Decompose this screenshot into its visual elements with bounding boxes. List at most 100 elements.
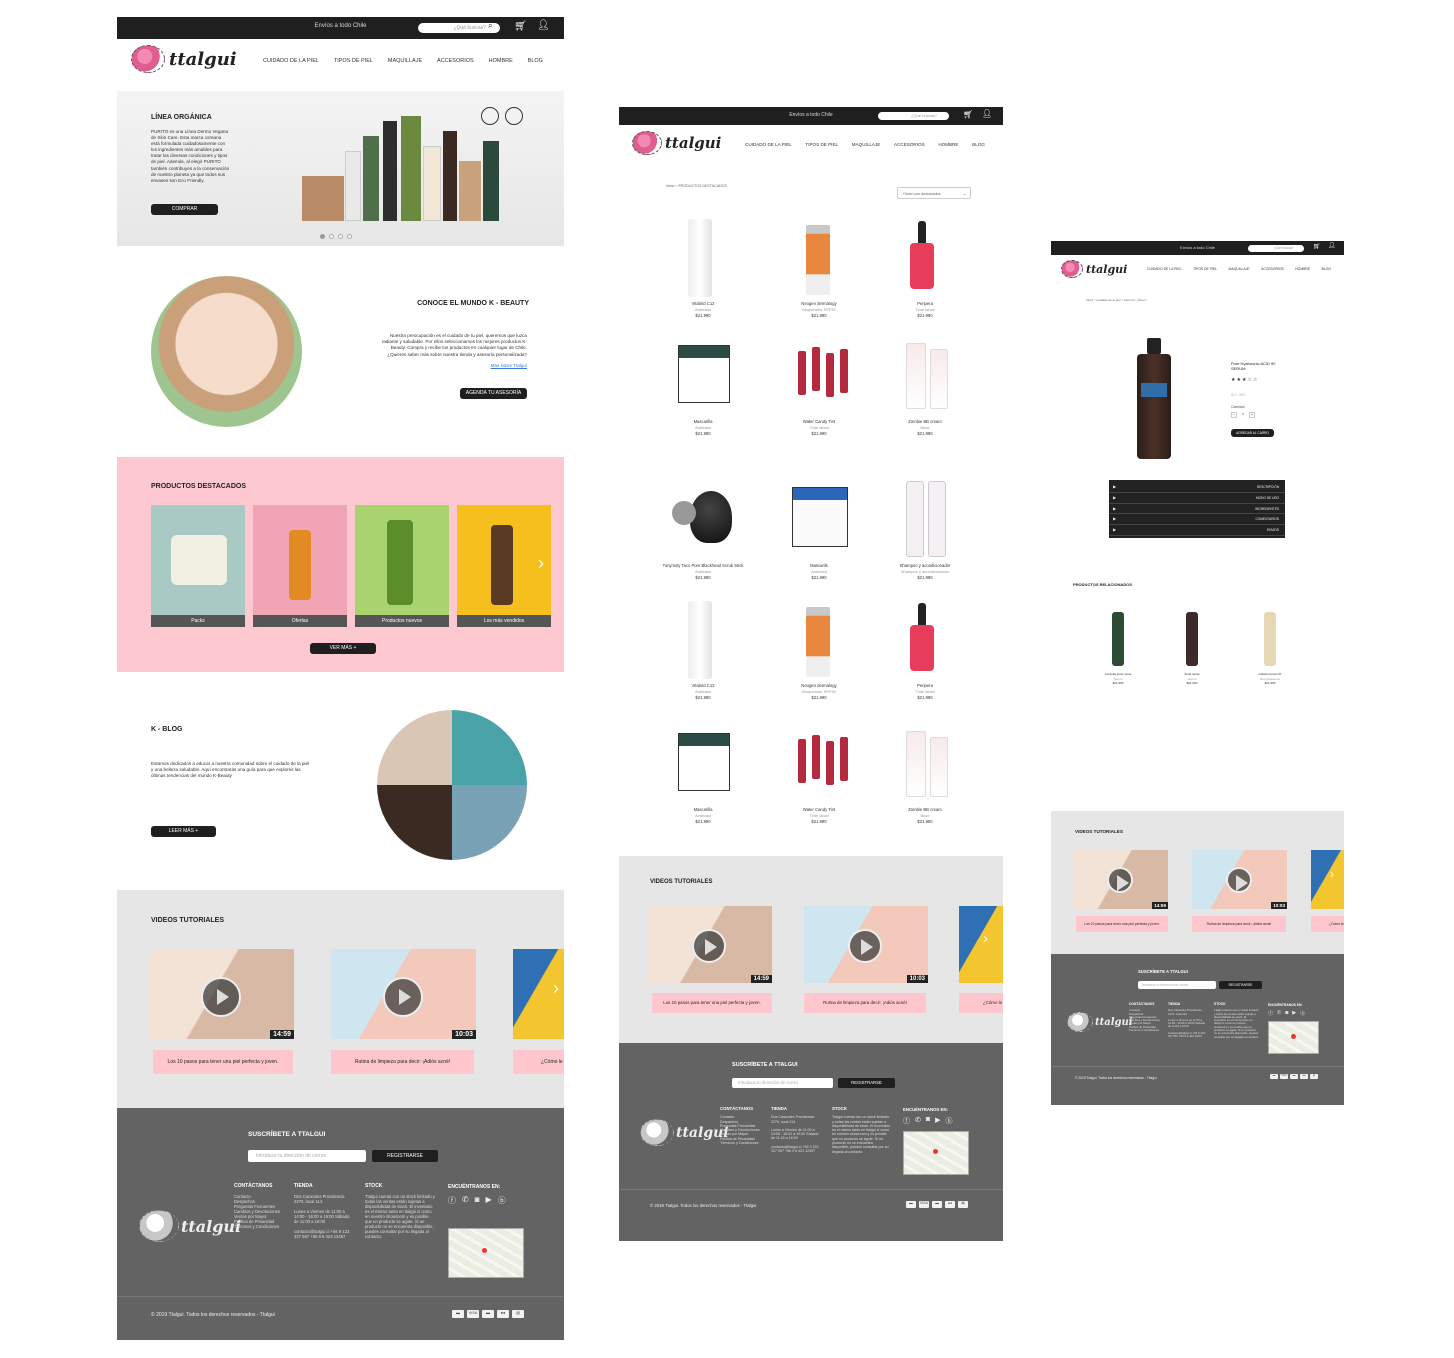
instagram-icon[interactable]: ◙ (1285, 1010, 1288, 1017)
logo[interactable]: ttalgui (131, 45, 237, 73)
product-card[interactable]: Neogen dermalogy Bloqueador SPF50 $21.990 (775, 597, 863, 701)
youtube-icon[interactable]: ▶ (935, 1116, 940, 1126)
video-caption[interactable]: Rutina de limpieza para decir: ¡Adiós ac… (331, 1050, 474, 1074)
product-card[interactable]: Water Candy Tint Tinte labial $21.990 (775, 333, 863, 437)
search-icon[interactable]: ⌕ (488, 21, 492, 31)
nav-item[interactable]: TIPOS DE PIEL (334, 58, 373, 64)
play-icon[interactable] (692, 929, 726, 963)
accordion-item[interactable]: ▶ INGREDIENTES (1109, 504, 1285, 515)
carousel-dot[interactable] (320, 234, 325, 239)
about-link[interactable]: Más sobre Ttalgui (457, 363, 527, 368)
nav-item[interactable]: HOMBRE (489, 58, 513, 64)
product-card[interactable]: Water Candy Tint Tinte labial $21.990 (775, 721, 863, 825)
product-card[interactable]: Peripera Tinte labial $21.990 (881, 597, 969, 701)
tile-bestsellers[interactable]: Los más vendidos (457, 505, 551, 627)
footer-link[interactable]: Términos y Condiciones (720, 1141, 766, 1145)
product-card[interactable]: Vitabrid C12 Antiedad $21.990 (659, 215, 747, 319)
footer-link[interactable]: Términos y Condiciones (1129, 1028, 1164, 1032)
tile-packs[interactable]: Packs (151, 505, 245, 627)
video-caption[interactable]: ¿Cómo le (513, 1050, 564, 1074)
accordion-item[interactable]: ▶ ENVÍOS (1109, 525, 1285, 536)
carousel-dots[interactable] (320, 234, 352, 239)
plus-button[interactable]: + (1249, 412, 1255, 418)
store-map[interactable] (448, 1228, 524, 1278)
video-caption[interactable]: Rutina de limpieza para decir: ¡Adiós ac… (1192, 916, 1286, 932)
register-button[interactable]: REGISTRARSE (838, 1078, 895, 1088)
product-card[interactable]: Peripera Tinte labial $21.990 (881, 215, 969, 319)
youtube-icon[interactable]: ▶ (486, 1195, 492, 1206)
video-caption[interactable]: Los 10 pasos para tener una piel perfect… (1076, 916, 1168, 932)
store-map[interactable] (1268, 1021, 1319, 1054)
video-thumbnail[interactable]: 14:59 (149, 949, 294, 1039)
video-thumbnail[interactable]: 10:03 (804, 906, 928, 983)
user-icon[interactable]: 👤︎ (982, 109, 992, 118)
video-thumbnail[interactable]: 10:03 (331, 949, 476, 1039)
user-icon[interactable]: 👤︎ (1328, 242, 1336, 249)
play-icon[interactable] (848, 929, 882, 963)
related-product-card[interactable]: Galactomyces 97 Boost Essence $21.990 (1249, 612, 1291, 686)
blog-icon[interactable]: ⓑ (946, 1116, 953, 1126)
blog-icon[interactable]: ⓑ (498, 1195, 506, 1206)
product-card[interactable]: Mascarilla Antiedad $21.990 (659, 721, 747, 825)
play-icon[interactable] (1226, 867, 1252, 893)
nav-item[interactable]: MAQUILLAJE (388, 58, 422, 64)
product-card[interactable]: Vitabrid C12 Antiedad $21.990 (659, 597, 747, 701)
nav-item[interactable]: TIPOS DE PIEL (1193, 267, 1217, 271)
product-card[interactable]: Neogen dermalogy Bloqueador SPF50 $21.990 (775, 215, 863, 319)
footer-logo[interactable]: ttalgui (139, 1210, 241, 1242)
product-card[interactable]: Tonymoly Taco Pore Blackhead Scrub Stick… (659, 477, 747, 581)
play-icon[interactable] (383, 977, 423, 1017)
email-input[interactable]: Introduce tu dirección de correo (1138, 981, 1216, 989)
schedule-button[interactable]: AGENDA TU ASESORÍA (460, 388, 527, 399)
facebook-icon[interactable]: ⓕ (1268, 1010, 1273, 1017)
store-map[interactable] (903, 1131, 969, 1175)
accordion-item[interactable]: ▶ DESCRIPCIÓN (1109, 482, 1285, 493)
nav-item[interactable]: BLOG (528, 58, 543, 64)
product-card[interactable]: Mascarilla Antiedad $21.990 (659, 333, 747, 437)
nav-item[interactable]: CUIDADO DE LA PIEL (745, 142, 792, 147)
nav-item[interactable]: CUIDADO DE LA PIEL (263, 58, 319, 64)
search-input[interactable]: ¿Qué buscas? (1248, 245, 1304, 252)
nav-item[interactable]: MAQUILLAJE (1229, 267, 1250, 271)
instagram-icon[interactable]: ◙ (475, 1195, 480, 1206)
youtube-icon[interactable]: ▶ (1292, 1010, 1296, 1017)
register-button[interactable]: REGISTRARSE (372, 1150, 438, 1162)
tile-new[interactable]: Productos nuevos (355, 505, 449, 627)
blog-icon[interactable]: ⓑ (1300, 1010, 1305, 1017)
tile-offers[interactable]: Ofertas (253, 505, 347, 627)
nav-item[interactable]: ACCESORIOS (1261, 267, 1284, 271)
sort-select[interactable]: Orden por destacados ⌄ (897, 187, 971, 199)
product-card[interactable]: Zombie BB cream Base $21.990 (881, 333, 969, 437)
footer-link[interactable]: Términos y Condiciones (234, 1224, 289, 1229)
video-caption[interactable]: Los 10 pasos para tener una piel perfect… (153, 1050, 293, 1074)
buy-button[interactable]: COMPRAR (151, 204, 218, 215)
carousel-dot[interactable] (329, 234, 334, 239)
nav-item[interactable]: CUIDADO DE LA PIEL (1147, 267, 1181, 271)
product-card[interactable]: Shampoo y acondicionador Shampoo y acondi… (881, 477, 969, 581)
logo[interactable]: ttalgui (1061, 260, 1127, 278)
video-thumbnail[interactable] (959, 906, 1003, 983)
related-product-card[interactable]: Snail repair Serum $21.990 (1171, 612, 1213, 686)
video-thumbnail[interactable]: 14:59 (1073, 850, 1168, 909)
chevron-right-icon[interactable]: › (538, 553, 544, 574)
play-icon[interactable] (1107, 867, 1133, 893)
read-more-button[interactable]: LEER MÁS + (151, 826, 216, 837)
user-icon[interactable]: 👤︎ (537, 20, 550, 31)
nav-item[interactable]: TIPOS DE PIEL (805, 142, 838, 147)
video-thumbnail[interactable] (1311, 850, 1344, 909)
breadcrumb[interactable]: Inicio > Cuidado de la piel > Serums > S… (1086, 298, 1146, 302)
accordion-item[interactable]: ▶ MODO DE USO (1109, 493, 1285, 504)
nav-item[interactable]: ACCESORIOS (437, 58, 474, 64)
related-product-card[interactable]: Centella green level Serum $21.990 (1097, 612, 1139, 686)
chevron-right-icon[interactable]: › (1330, 867, 1334, 881)
nav-item[interactable]: HOMBRE (938, 142, 958, 147)
quantity-stepper[interactable]: − 1 + (1231, 412, 1255, 418)
nav-item[interactable]: MAQUILLAJE (852, 142, 881, 147)
carousel-dot[interactable] (338, 234, 343, 239)
chevron-right-icon[interactable]: › (553, 978, 559, 999)
whatsapp-icon[interactable]: ✆ (462, 1195, 469, 1206)
video-caption[interactable]: Los 10 pasos para tener una piel perfect… (652, 993, 772, 1013)
add-to-cart-button[interactable]: AGREGAR AL CARRO (1231, 429, 1274, 437)
cart-icon[interactable]: 🛒︎ (514, 21, 527, 32)
nav-item[interactable]: BLOG (1322, 267, 1331, 271)
